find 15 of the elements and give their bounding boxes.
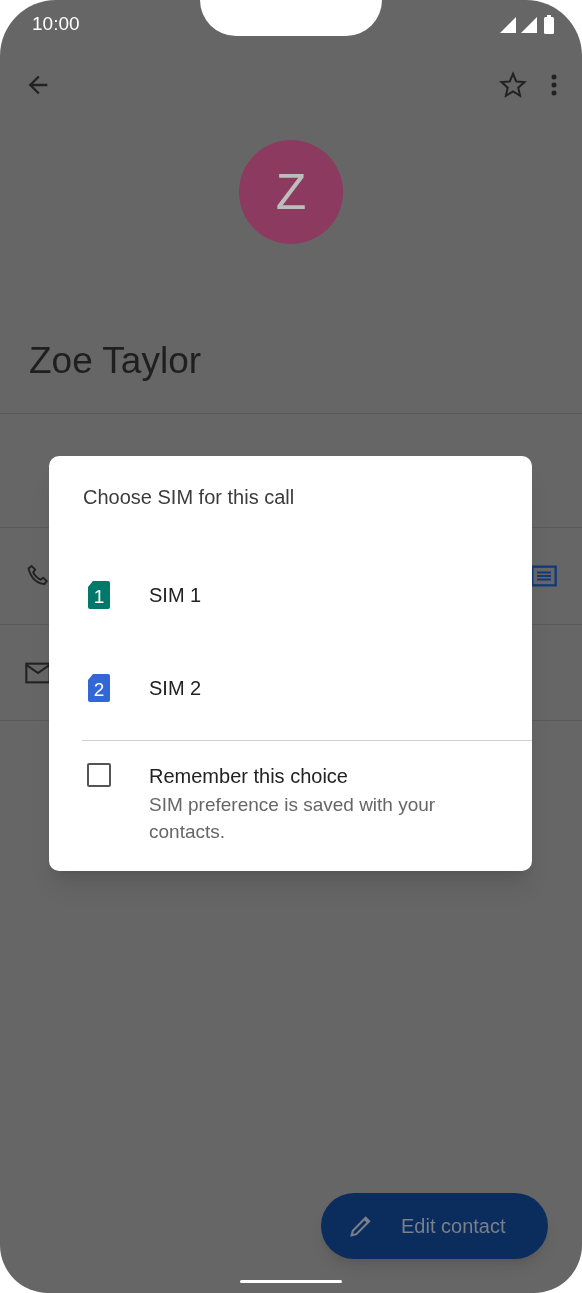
remember-checkbox[interactable] [87, 763, 111, 787]
star-icon[interactable] [498, 70, 528, 100]
sim-label: SIM 2 [149, 675, 202, 701]
dialog-title: Choose SIM for this call [82, 485, 296, 510]
sim-card-icon: 2 [87, 672, 111, 703]
contact-name: Zoe Taylor [29, 342, 203, 379]
email-icon [24, 660, 52, 685]
remember-description: SIM preference is saved with your contacts. [149, 793, 437, 844]
sim-card-icon: 1 [87, 579, 111, 610]
remember-label: Remember this choice [149, 764, 349, 789]
message-icon [530, 564, 558, 588]
sim-label: SIM 1 [149, 582, 202, 608]
status-time: 10:00 [32, 11, 80, 36]
avatar: Z [239, 140, 343, 244]
more-icon[interactable] [550, 73, 558, 97]
